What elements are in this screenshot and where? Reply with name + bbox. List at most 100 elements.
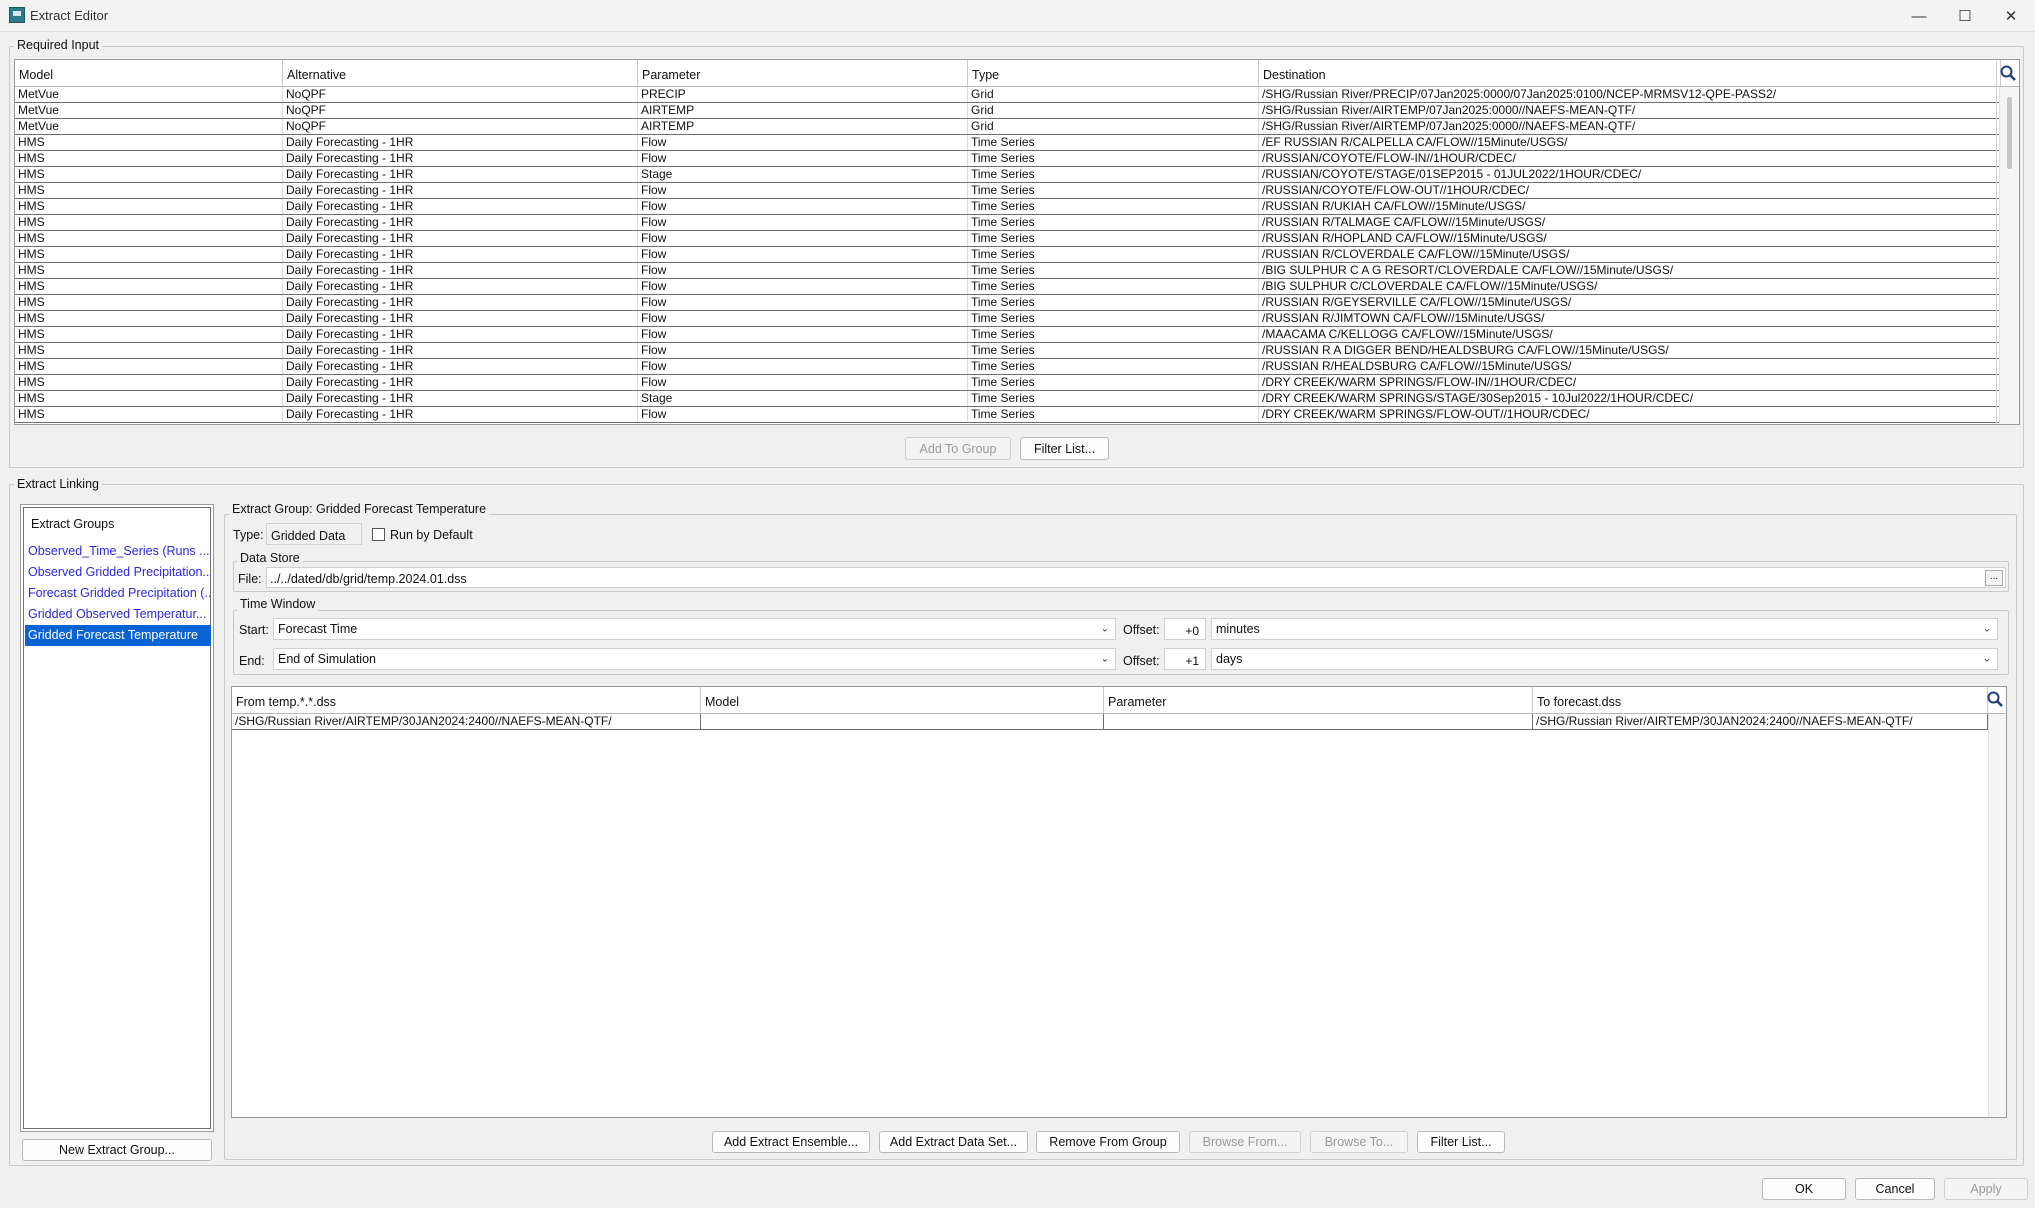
start-offset-label: Offset: (1123, 623, 1160, 637)
table-row[interactable]: HMS Daily Forecasting - 1HR Flow Time Serie… (15, 311, 2019, 327)
cancel-button[interactable]: Cancel (1855, 1178, 1935, 1200)
table-cell: HMS (15, 343, 283, 358)
column-header[interactable]: Parameter (638, 60, 968, 86)
table-cell: Daily Forecasting - 1HR (283, 359, 638, 374)
table-cell: Flow (638, 375, 968, 390)
scrollbar-thumb[interactable] (2007, 97, 2012, 169)
mapping-column-header[interactable]: Model (701, 687, 1104, 713)
table-cell: HMS (15, 167, 283, 182)
table-row[interactable]: HMS Daily Forecasting - 1HR Stage Time Seri… (15, 391, 2019, 407)
table-row[interactable]: HMS Daily Forecasting - 1HR Flow Time Serie… (15, 247, 2019, 263)
add-extract-ensemble-button[interactable]: Add Extract Ensemble... (712, 1131, 870, 1153)
required-input-legend: Required Input (14, 38, 103, 52)
table-cell: Daily Forecasting - 1HR (283, 231, 638, 246)
minimize-button[interactable]: — (1896, 0, 1942, 32)
table-row[interactable]: HMS Daily Forecasting - 1HR Flow Time Serie… (15, 295, 2019, 311)
time-window-legend: Time Window (237, 597, 319, 611)
table-row[interactable]: HMS Daily Forecasting - 1HR Flow Time Serie… (15, 231, 2019, 247)
file-input[interactable]: ../../dated/db/grid/temp.2024.01.dss (266, 567, 2006, 588)
extract-group-item[interactable]: Gridded Observed Temperatur... (25, 604, 211, 625)
extract-group-item[interactable]: Observed Gridded Precipitation... (25, 562, 211, 583)
extract-group-item[interactable]: Forecast Gridded Precipitation (... (25, 583, 211, 604)
type-label: Type: (233, 528, 264, 542)
table-row[interactable]: HMS Daily Forecasting - 1HR Flow Time Serie… (15, 215, 2019, 231)
table-cell: /RUSSIAN R/CLOVERDALE CA/FLOW//15Minute/… (1259, 247, 2001, 262)
add-to-group-button[interactable]: Add To Group (905, 437, 1011, 460)
start-unit-select[interactable]: minutes ⌄ (1211, 618, 1998, 640)
mapping-scrollbar[interactable] (1988, 714, 2006, 1117)
table-row[interactable]: HMS Daily Forecasting - 1HR Flow Time Serie… (15, 199, 2019, 215)
table-row[interactable]: HMS Daily Forecasting - 1HR Flow Time Serie… (15, 375, 2019, 391)
table-cell: /RUSSIAN/COYOTE/FLOW-OUT//1HOUR/CDEC/ (1259, 183, 2001, 198)
table-cell: Flow (638, 263, 968, 278)
table-row[interactable]: HMS Daily Forecasting - 1HR Flow Time Serie… (15, 279, 2019, 295)
run-by-default-checkbox[interactable] (372, 528, 385, 541)
extract-group-item[interactable]: Gridded Forecast Temperature (25, 625, 211, 646)
file-browse-button[interactable]: ... (1985, 570, 2003, 586)
mapping-cell: /SHG/Russian River/AIRTEMP/30JAN2024:240… (232, 714, 701, 729)
table-row[interactable]: HMS Daily Forecasting - 1HR Flow Time Serie… (15, 151, 2019, 167)
search-icon[interactable] (1986, 690, 2004, 708)
table-row[interactable]: HMS Daily Forecasting - 1HR Flow Time Serie… (15, 343, 2019, 359)
table-cell: Daily Forecasting - 1HR (283, 327, 638, 342)
table-cell: Flow (638, 407, 968, 422)
table-cell: /EF RUSSIAN R/CALPELLA CA/FLOW//15Minute… (1259, 135, 2001, 150)
mapping-column-header[interactable]: Parameter (1104, 687, 1533, 713)
type-field: Gridded Data (266, 523, 362, 545)
table-cell: /RUSSIAN R/GEYSERVILLE CA/FLOW//15Minute… (1259, 295, 2001, 310)
table-row[interactable]: MetVue NoQPF AIRTEMP Grid/SHG/Russian River… (15, 119, 2019, 135)
table-cell: HMS (15, 183, 283, 198)
table-cell: /DRY CREEK/WARM SPRINGS/FLOW-IN//1HOUR/C… (1259, 375, 2001, 390)
table-cell: Daily Forecasting - 1HR (283, 391, 638, 406)
required-input-scrollbar[interactable] (1999, 87, 2019, 424)
table-row[interactable]: HMS Daily Forecasting - 1HR Flow Time Serie… (15, 327, 2019, 343)
mapping-column-header[interactable]: To forecast.dss (1533, 687, 1988, 713)
search-icon[interactable] (1999, 64, 2017, 82)
new-extract-group-button[interactable]: New Extract Group... (22, 1139, 212, 1161)
table-cell: MetVue (15, 119, 283, 134)
mapping-row[interactable]: /SHG/Russian River/AIRTEMP/30JAN2024:240… (232, 714, 2006, 730)
mapping-body: /SHG/Russian River/AIRTEMP/30JAN2024:240… (232, 714, 2006, 730)
start-select[interactable]: Forecast Time ⌄ (273, 618, 1116, 640)
table-row[interactable]: HMS Daily Forecasting - 1HR Stage Time Seri… (15, 167, 2019, 183)
column-header[interactable]: Type (968, 60, 1259, 86)
column-header[interactable]: Destination (1259, 60, 2001, 86)
close-button[interactable]: ✕ (1988, 0, 2034, 32)
table-cell: HMS (15, 407, 283, 422)
table-row[interactable]: HMS Daily Forecasting - 1HR Flow Time Serie… (15, 263, 2019, 279)
maximize-button[interactable]: ☐ (1942, 0, 1988, 32)
table-cell: /MAACAMA C/KELLOGG CA/FLOW//15Minute/USG… (1259, 327, 2001, 342)
table-cell: /RUSSIAN/COYOTE/FLOW-IN//1HOUR/CDEC/ (1259, 151, 2001, 166)
start-offset-input[interactable]: +0 (1164, 618, 1206, 640)
table-cell: Daily Forecasting - 1HR (283, 135, 638, 150)
file-label: File: (238, 572, 262, 586)
column-header[interactable]: Model (15, 60, 283, 86)
browse-to-button[interactable]: Browse To... (1310, 1131, 1408, 1153)
chevron-down-icon: ⌄ (1100, 653, 1109, 665)
table-row[interactable]: HMS Daily Forecasting - 1HR Flow Time Serie… (15, 359, 2019, 375)
end-select[interactable]: End of Simulation ⌄ (273, 648, 1116, 670)
apply-button[interactable]: Apply (1944, 1178, 2028, 1200)
extract-group-item[interactable]: Observed_Time_Series (Runs ... (25, 541, 211, 562)
table-row[interactable]: MetVue NoQPF PRECIP Grid/SHG/Russian River/… (15, 87, 2019, 103)
end-offset-input[interactable]: +1 (1164, 648, 1206, 670)
add-extract-data-set-button[interactable]: Add Extract Data Set... (879, 1131, 1028, 1153)
table-row[interactable]: HMS Daily Forecasting - 1HR Flow Time Serie… (15, 407, 2019, 423)
extract-filter-list-button[interactable]: Filter List... (1417, 1131, 1505, 1153)
end-unit-select[interactable]: days ⌄ (1211, 648, 1998, 670)
column-header[interactable]: Alternative (283, 60, 638, 86)
required-input-body: MetVue NoQPF PRECIP Grid/SHG/Russian River/… (15, 87, 2019, 423)
ok-button[interactable]: OK (1762, 1178, 1846, 1200)
table-row[interactable]: HMS Daily Forecasting - 1HR Flow Time Serie… (15, 135, 2019, 151)
browse-from-button[interactable]: Browse From... (1189, 1131, 1301, 1153)
table-cell: Flow (638, 215, 968, 230)
remove-from-group-button[interactable]: Remove From Group (1036, 1131, 1180, 1153)
table-cell: HMS (15, 295, 283, 310)
mapping-column-header[interactable]: From temp.*.*.dss (232, 687, 701, 713)
filter-list-button[interactable]: Filter List... (1020, 437, 1109, 460)
table-cell: Daily Forecasting - 1HR (283, 215, 638, 230)
table-cell: Flow (638, 199, 968, 214)
table-row[interactable]: MetVue NoQPF AIRTEMP Grid/SHG/Russian River… (15, 103, 2019, 119)
table-row[interactable]: HMS Daily Forecasting - 1HR Flow Time Serie… (15, 183, 2019, 199)
table-cell: Time Series (968, 407, 1259, 422)
